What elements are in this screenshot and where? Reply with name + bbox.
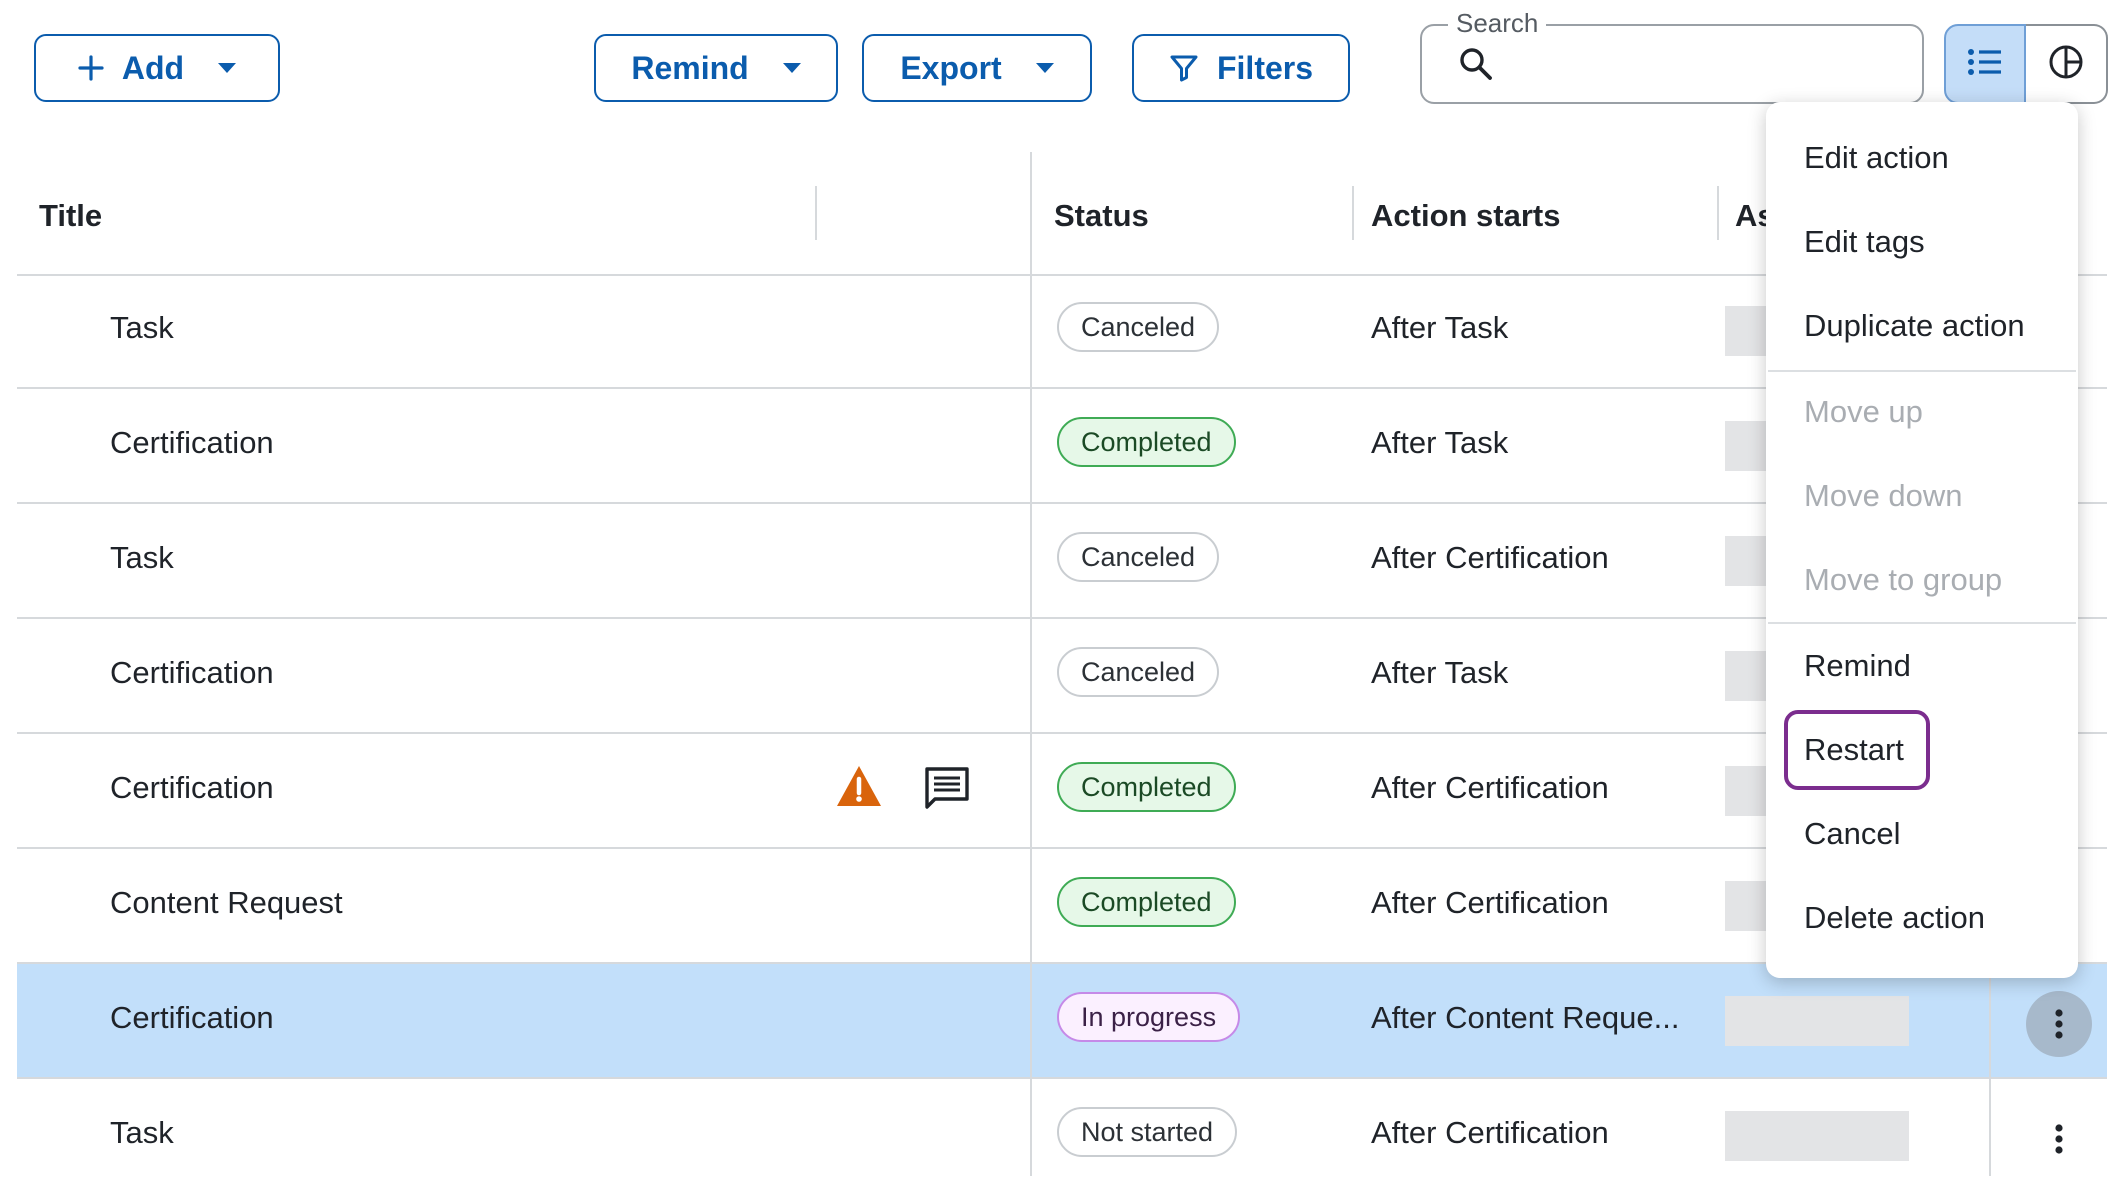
column-divider xyxy=(1352,186,1354,240)
status-badge: Canceled xyxy=(1057,302,1220,352)
filters-button-label: Filters xyxy=(1216,49,1314,86)
row-title: Certification xyxy=(110,770,274,805)
search-input[interactable] xyxy=(1500,40,1904,92)
assignee-placeholder xyxy=(1725,1111,1909,1161)
status-badge: In progress xyxy=(1057,992,1241,1042)
caret-down-icon xyxy=(1035,63,1054,73)
status-badge: Canceled xyxy=(1057,647,1220,697)
status-badge: Not started xyxy=(1057,1107,1238,1157)
row-title: Task xyxy=(110,540,174,575)
row-action-starts: After Certification xyxy=(1371,1115,1609,1150)
row-title: Task xyxy=(110,1115,174,1150)
column-header-action-starts[interactable]: Action starts xyxy=(1371,198,1560,234)
row-action-starts: After Certification xyxy=(1371,540,1609,575)
menu-item-remind[interactable]: Remind xyxy=(1804,648,1911,684)
status-badge: Canceled xyxy=(1057,532,1220,582)
row-actions-button[interactable] xyxy=(2026,1106,2092,1172)
row-action-starts: After Certification xyxy=(1371,885,1609,920)
caret-down-icon xyxy=(218,63,237,73)
menu-item-delete-action[interactable]: Delete action xyxy=(1804,900,1985,936)
remind-button-label: Remind xyxy=(631,49,749,86)
column-header-title[interactable]: Title xyxy=(39,198,102,234)
row-action-starts: After Content Reque... xyxy=(1371,1000,1680,1035)
row-actions-button[interactable] xyxy=(2026,991,2092,1057)
menu-item-duplicate-action[interactable]: Duplicate action xyxy=(1804,308,2025,344)
menu-item-restart[interactable]: Restart xyxy=(1804,732,1904,768)
menu-item-move-to-group: Move to group xyxy=(1804,562,2003,597)
caret-down-icon xyxy=(782,63,801,73)
add-button[interactable]: Add xyxy=(34,34,280,102)
list-view-button[interactable] xyxy=(1944,24,2026,104)
more-vertical-icon xyxy=(2055,1009,2063,1039)
row-actions-menu: Edit action Edit tags Duplicate action M… xyxy=(1766,102,2078,978)
row-title: Certification xyxy=(110,425,274,460)
pie-chart-icon xyxy=(2047,43,2085,86)
filters-button[interactable]: Filters xyxy=(1132,34,1350,102)
row-title: Certification xyxy=(110,1000,274,1035)
warning-icon xyxy=(835,764,883,813)
filter-icon xyxy=(1169,53,1199,83)
status-badge: Completed xyxy=(1057,877,1236,927)
menu-item-edit-action[interactable]: Edit action xyxy=(1804,140,1949,176)
search-label: Search xyxy=(1448,8,1547,39)
row-title: Certification xyxy=(110,655,274,690)
menu-divider xyxy=(1768,622,2076,624)
status-badge: Completed xyxy=(1057,417,1236,467)
column-header-status[interactable]: Status xyxy=(1054,198,1149,234)
table-row-selected[interactable]: Certification In progress After Content … xyxy=(17,964,2107,1079)
plus-icon xyxy=(78,55,104,81)
search-icon xyxy=(1458,46,1494,87)
column-divider xyxy=(1030,152,1032,1176)
menu-item-move-down: Move down xyxy=(1804,478,1963,513)
remind-button[interactable]: Remind xyxy=(594,34,838,102)
column-divider xyxy=(1717,186,1719,240)
menu-item-move-up: Move up xyxy=(1804,394,1923,429)
add-button-label: Add xyxy=(121,49,185,86)
menu-divider xyxy=(1768,370,2076,372)
more-vertical-icon xyxy=(2055,1124,2063,1154)
row-action-starts: After Certification xyxy=(1371,770,1609,805)
row-action-starts: After Task xyxy=(1371,655,1509,690)
menu-item-cancel[interactable]: Cancel xyxy=(1804,816,1901,852)
assignee-placeholder xyxy=(1725,996,1909,1046)
view-toggle xyxy=(1944,24,2108,104)
status-badge: Completed xyxy=(1057,762,1236,812)
chart-view-button[interactable] xyxy=(2026,24,2108,104)
row-title: Task xyxy=(110,310,174,345)
row-action-starts: After Task xyxy=(1371,310,1509,345)
row-title: Content Request xyxy=(110,885,343,920)
menu-item-edit-tags[interactable]: Edit tags xyxy=(1804,224,1925,260)
column-divider xyxy=(815,186,817,240)
export-button[interactable]: Export xyxy=(862,34,1092,102)
comment-icon[interactable] xyxy=(923,766,971,815)
column-divider xyxy=(1989,960,1991,1176)
table-row[interactable]: Task Not started After Certification xyxy=(17,1079,2107,1194)
list-icon xyxy=(1967,47,2003,82)
export-button-label: Export xyxy=(900,49,1002,86)
row-action-starts: After Task xyxy=(1371,425,1509,460)
